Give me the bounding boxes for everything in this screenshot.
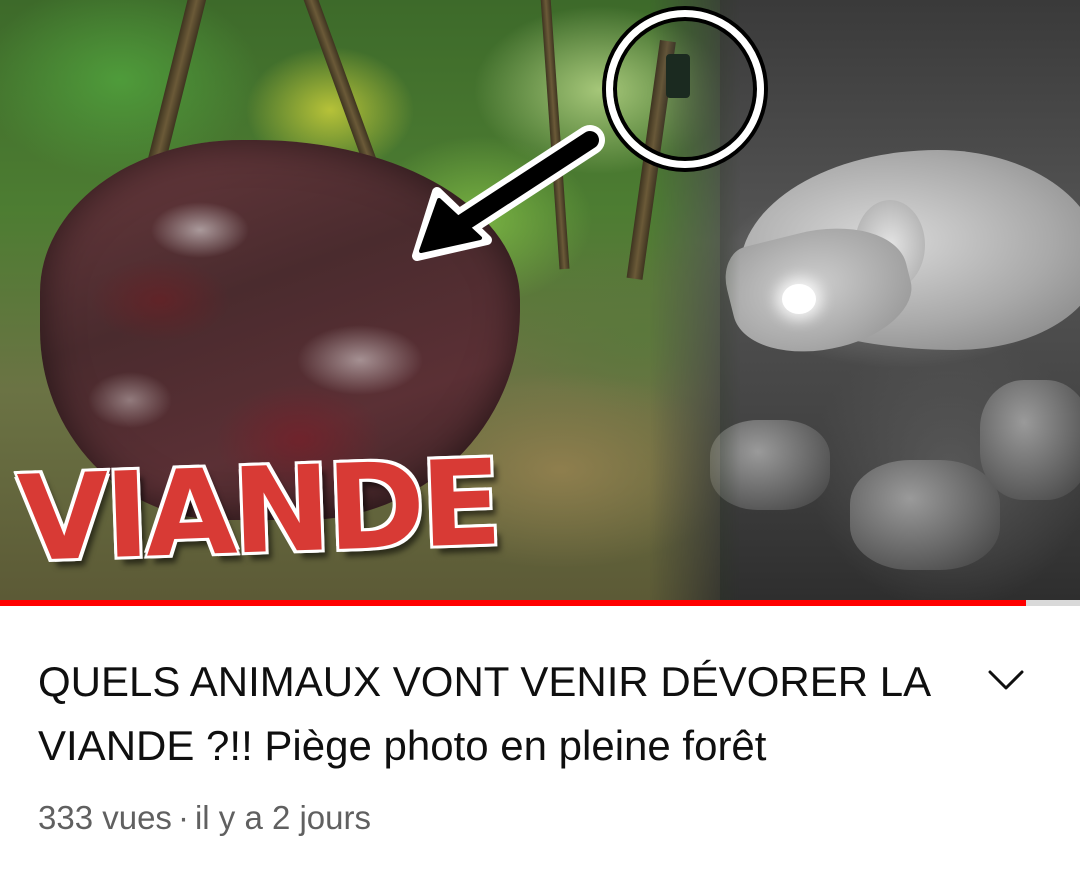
- watch-progress-fill: [0, 600, 1026, 606]
- highlight-circle: [606, 10, 764, 168]
- expand-details-button[interactable]: [978, 652, 1034, 708]
- rock: [850, 460, 1000, 570]
- chevron-down-icon: [988, 670, 1024, 690]
- meta-separator: ·: [177, 799, 189, 836]
- watch-progress-bar: [0, 600, 1080, 606]
- view-count: 333 vues: [38, 799, 172, 836]
- rock: [980, 380, 1080, 500]
- video-metadata: 333 vues · il y a 2 jours: [38, 798, 371, 838]
- video-title[interactable]: QUELS ANIMAUX VONT VENIR DÉVORER LA VIAN…: [38, 650, 938, 778]
- rock: [710, 420, 830, 510]
- arrow-icon: [412, 125, 605, 261]
- rat-eye-reflection: [782, 284, 816, 314]
- video-thumbnail[interactable]: VIANDE: [0, 0, 1080, 600]
- video-card: VIANDE QUELS ANIMAUX VONT VENIR DÉVORER …: [0, 0, 1080, 879]
- publish-date: il y a 2 jours: [194, 799, 372, 836]
- thumbnail-overlay-text: VIANDE: [13, 431, 502, 591]
